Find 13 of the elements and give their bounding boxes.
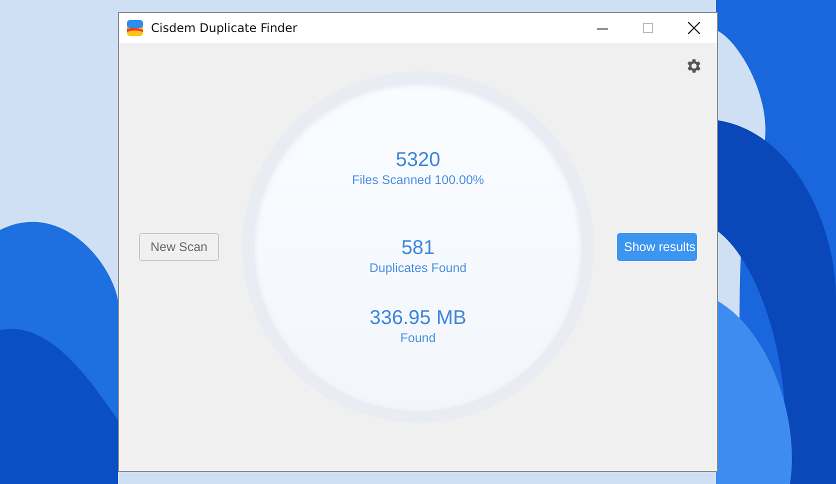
stat-label: Duplicates Found (369, 260, 467, 277)
stat-value: 336.95 MB (370, 307, 466, 329)
close-icon (688, 22, 700, 34)
new-scan-button[interactable]: New Scan (139, 233, 219, 261)
stat-label: Files Scanned 100.00% (352, 172, 484, 189)
stat-value: 5320 (396, 149, 440, 171)
stat-label: Found (400, 330, 436, 347)
maximize-icon (643, 23, 653, 33)
show-results-button[interactable]: Show results (617, 233, 697, 261)
stat-value: 581 (401, 237, 435, 259)
window-title: Cisdem Duplicate Finder (151, 21, 298, 35)
app-logo-icon (127, 20, 143, 36)
settings-icon[interactable] (685, 57, 703, 75)
